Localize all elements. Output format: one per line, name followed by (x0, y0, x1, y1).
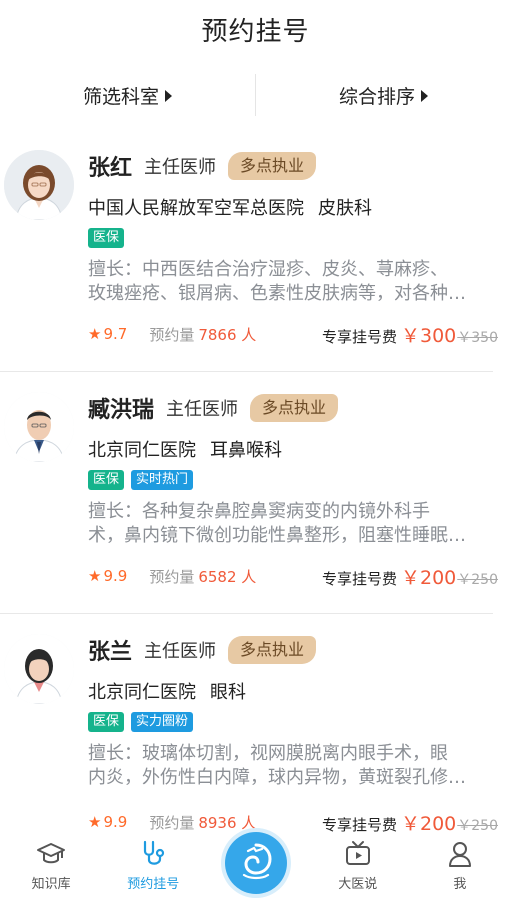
doctor-title: 主任医师 (144, 157, 217, 178)
doctor-hospital-line: 中国人民解放军空军总医院 皮肤科 (88, 194, 372, 220)
fee-old-price: ￥250 (457, 817, 498, 834)
row-divider (0, 613, 493, 614)
hot-tag: 实时热门 (131, 470, 194, 490)
caret-right-icon (165, 89, 172, 102)
doctor-tags: 医保 实时热门 (88, 470, 194, 490)
fee-label: 专享挂号费 (321, 569, 397, 588)
graduation-cap-icon (37, 843, 66, 864)
tab-knowledge[interactable]: 知识库 (0, 834, 102, 900)
female-doctor-avatar-icon (4, 634, 74, 704)
department-name: 皮肤科 (318, 198, 372, 219)
doctor-specialty: 擅长：各种复杂鼻腔鼻窦病变的内镜外科手 术，鼻内镜下微创功能性鼻整形，阻塞性睡眠… (88, 500, 498, 548)
doctor-name-row: 臧洪瑞 主任医师 多点执业 (88, 392, 339, 424)
tab-label: 预约挂号 (127, 877, 180, 892)
doctor-hospital-line: 北京同仁医院 眼科 (88, 678, 246, 704)
sort-label: 综合排序 (338, 85, 415, 108)
fee-price: ￥200 (401, 812, 457, 835)
doctor-specialty: 擅长：玻璃体切割，视网膜脱离内眼手术，眼 内炎，外伤性白内障，球内异物，黄斑裂孔… (88, 742, 498, 790)
center-logo-icon[interactable] (224, 832, 287, 894)
multi-practice-badge: 多点执业 (250, 394, 339, 422)
doctor-name-row: 张红 主任医师 多点执业 (88, 150, 317, 182)
bottom-tab-bar: 知识库 预约挂号 大医说 我 (0, 832, 511, 900)
fee-old-price: ￥350 (457, 329, 498, 346)
specialty-line: 内炎，外伤性白内障，球内异物，黄斑裂孔修… (88, 767, 466, 788)
page-title: 预约挂号 (201, 16, 310, 47)
doctor-tags: 医保 (88, 228, 125, 248)
rating-value: 9.9 (103, 567, 128, 585)
booking-count: 8936 人 (198, 813, 257, 832)
fee-price: ￥200 (401, 566, 457, 589)
doctor-meta: ★ 9.9 预约量 6582 人 专享挂号费 ￥200 ￥250 (88, 563, 498, 590)
doctor-card[interactable]: 臧洪瑞 主任医师 多点执业 北京同仁医院 耳鼻喉科 医保 实时热门 擅长：各种复杂… (0, 392, 511, 602)
stethoscope-icon (144, 840, 165, 865)
star-icon: ★ (88, 567, 102, 585)
insurance-tag: 医保 (88, 228, 125, 248)
fee-label: 专享挂号费 (321, 327, 397, 346)
doctor-tags: 医保 实力圈粉 (88, 712, 194, 732)
filter-bar: 筛选科室 综合排序 (0, 70, 511, 120)
fee-label: 专享挂号费 (321, 815, 397, 834)
tab-doctor-talk[interactable]: 大医说 (307, 834, 409, 900)
booking-label: 预约量 (149, 567, 195, 586)
male-doctor-avatar-icon (4, 392, 74, 462)
user-icon (448, 842, 471, 867)
booking-count: 6582 人 (198, 567, 257, 586)
booking-label: 预约量 (149, 325, 195, 344)
doctor-card[interactable]: 张红 主任医师 多点执业 中国人民解放军空军总医院 皮肤科 医保 擅长：中西医结合… (0, 150, 511, 360)
doctor-name: 张红 (88, 156, 133, 181)
doctor-specialty: 擅长：中西医结合治疗湿疹、皮炎、荨麻疹、 玫瑰痤疮、银屑病、色素性皮肤病等，对各… (88, 258, 498, 306)
multi-practice-badge: 多点执业 (228, 636, 317, 664)
hospital-name: 中国人民解放军空军总医院 (88, 198, 304, 219)
fee-block: 专享挂号费 ￥200 ￥250 (322, 563, 498, 590)
tab-appointment[interactable]: 预约挂号 (102, 834, 204, 900)
doctor-meta: ★ 9.9 预约量 8936 人 专享挂号费 ￥200 ￥250 (88, 809, 498, 836)
filter-department-button[interactable]: 筛选科室 (0, 70, 255, 120)
specialty-line: 术，鼻内镜下微创功能性鼻整形，阻塞性睡眠… (88, 525, 466, 546)
fee-old-price: ￥250 (457, 571, 498, 588)
department-name: 眼科 (210, 682, 246, 703)
tab-center[interactable] (204, 832, 306, 900)
insurance-tag: 医保 (88, 470, 125, 490)
tab-me[interactable]: 我 (409, 834, 511, 900)
doctor-title: 主任医师 (166, 399, 239, 420)
doctor-name-row: 张兰 主任医师 多点执业 (88, 634, 317, 666)
specialty-line: 玫瑰痤疮、银屑病、色素性皮肤病等，对各种… (88, 283, 466, 304)
female-doctor-avatar-icon (4, 150, 74, 220)
tab-label: 我 (453, 877, 467, 892)
tab-label: 大医说 (338, 877, 378, 892)
hospital-name: 北京同仁医院 (88, 440, 196, 461)
star-icon: ★ (88, 325, 102, 343)
doctor-name: 张兰 (88, 640, 133, 665)
doctor-name: 臧洪瑞 (88, 398, 155, 423)
multi-practice-badge: 多点执业 (228, 152, 317, 180)
booking-label: 预约量 (149, 813, 195, 832)
popular-tag: 实力圈粉 (131, 712, 194, 732)
fee-block: 专享挂号费 ￥300 ￥350 (322, 321, 498, 348)
tv-play-icon (345, 841, 370, 865)
doctor-meta: ★ 9.7 预约量 7866 人 专享挂号费 ￥300 ￥350 (88, 321, 498, 348)
doctor-title: 主任医师 (144, 641, 217, 662)
hospital-name: 北京同仁医院 (88, 682, 196, 703)
fee-price: ￥300 (401, 324, 457, 347)
tab-label: 知识库 (31, 877, 71, 892)
doctor-hospital-line: 北京同仁医院 耳鼻喉科 (88, 436, 282, 462)
fee-block: 专享挂号费 ￥200 ￥250 (322, 809, 498, 836)
star-icon: ★ (88, 813, 102, 831)
specialty-line: 擅长：中西医结合治疗湿疹、皮炎、荨麻疹、 (88, 259, 448, 280)
caret-right-icon (421, 89, 428, 102)
insurance-tag: 医保 (88, 712, 125, 732)
rating-value: 9.9 (103, 813, 128, 831)
specialty-line: 擅长：玻璃体切割，视网膜脱离内眼手术，眼 (88, 743, 448, 764)
booking-count: 7866 人 (198, 325, 257, 344)
filter-department-label: 筛选科室 (82, 85, 159, 108)
sort-button[interactable]: 综合排序 (256, 70, 511, 120)
row-divider (0, 371, 493, 372)
doctor-card[interactable]: 张兰 主任医师 多点执业 北京同仁医院 眼科 医保 实力圈粉 擅长：玻璃体切割，视… (0, 634, 511, 844)
department-name: 耳鼻喉科 (210, 440, 282, 461)
page-header: 预约挂号 (0, 0, 511, 58)
rating-value: 9.7 (103, 325, 128, 343)
specialty-line: 擅长：各种复杂鼻腔鼻窦病变的内镜外科手 (88, 501, 430, 522)
